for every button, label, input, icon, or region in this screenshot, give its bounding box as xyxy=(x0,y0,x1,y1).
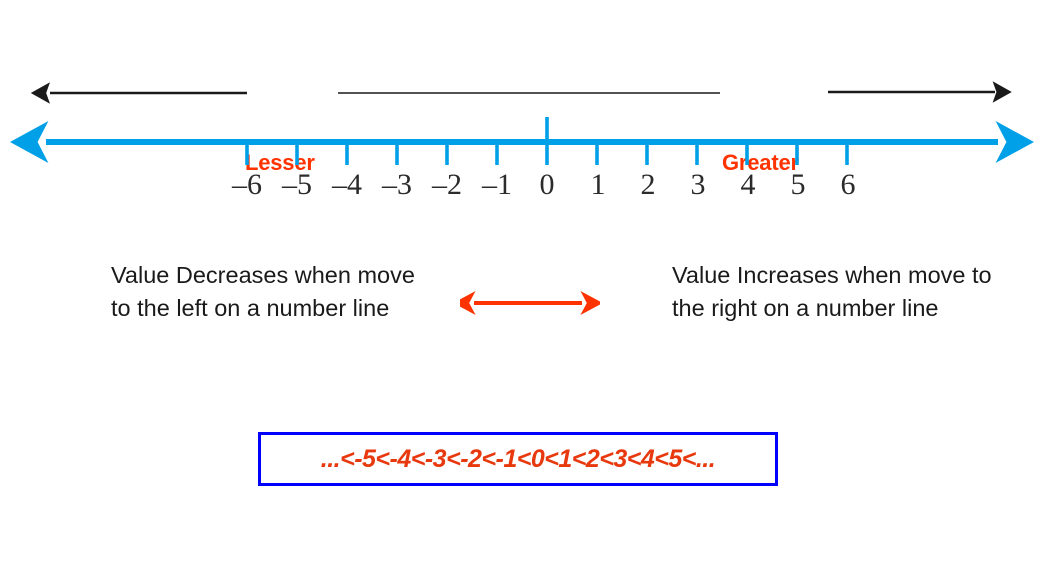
inequality-box: ...<-5<-4<-3<-2<-1<0<1<2<3<4<5<... xyxy=(258,432,778,486)
tick-label-6: 6 xyxy=(840,168,856,201)
bidirectional-arrow-icon xyxy=(460,291,600,315)
number-line: –6 –5 –4 –3 –2 –1 0 1 2 3 4 5 6 xyxy=(0,105,1043,215)
decrease-explanation-text: Value Decreases when move to the left on… xyxy=(111,262,415,321)
number-line-diagram: Lesser Greater –6 –5 –4 –3 –2 –1 0 1 2 3… xyxy=(0,0,1043,570)
increase-explanation-text: Value Increases when move to the right o… xyxy=(672,262,992,321)
inequality-chain-text: ...<-5<-4<-3<-2<-1<0<1<2<3<4<5<... xyxy=(320,444,716,473)
